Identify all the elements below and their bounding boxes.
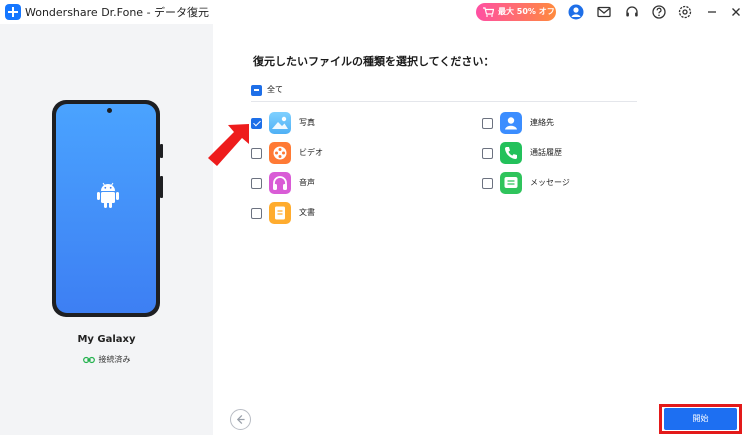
- messages-checkbox[interactable]: [482, 178, 493, 189]
- headphones-icon: [269, 172, 291, 194]
- video-label: ビデオ: [299, 148, 323, 157]
- phone-side-button: [160, 144, 163, 158]
- start-button[interactable]: 開始: [664, 408, 737, 430]
- app-title: Wondershare Dr.Fone - データ復元: [25, 6, 210, 19]
- select-all-label: 全て: [267, 85, 283, 94]
- help-icon[interactable]: [651, 4, 667, 20]
- minimize-icon[interactable]: [704, 4, 720, 20]
- red-arrow-annotation: [208, 124, 249, 166]
- messages-label: メッセージ: [530, 178, 570, 187]
- select-all-checkbox[interactable]: [251, 84, 262, 96]
- video-reel-icon: [269, 142, 291, 164]
- audio-checkbox[interactable]: [251, 178, 262, 189]
- phone-call-icon: [500, 142, 522, 164]
- page-heading: 復元したいファイルの種類を選択してください：: [253, 55, 495, 68]
- app-logo-icon: [5, 4, 21, 20]
- phone-side-button: [160, 176, 163, 198]
- connection-status-label: 接続済み: [98, 355, 131, 364]
- account-icon[interactable]: [568, 4, 584, 20]
- phone-illustration: [52, 100, 160, 317]
- photos-label: 写真: [299, 118, 315, 127]
- settings-gear-icon[interactable]: [677, 4, 693, 20]
- call-history-label: 通話履歴: [530, 148, 562, 157]
- documents-checkbox[interactable]: [251, 208, 262, 219]
- device-panel: My Galaxy 接続済み: [0, 24, 213, 435]
- contact-icon: [500, 112, 522, 134]
- title-bar: Wondershare Dr.Fone - データ復元 最大 50% オフ: [0, 0, 750, 24]
- photos-checkbox[interactable]: [251, 118, 262, 129]
- call-history-checkbox[interactable]: [482, 148, 493, 159]
- phone-screen: [56, 104, 156, 313]
- back-arrow-button[interactable]: [230, 409, 251, 430]
- divider: [251, 101, 637, 102]
- mail-icon[interactable]: [596, 4, 612, 20]
- promo-label: 最大 50% オフ: [498, 7, 555, 16]
- document-icon: [269, 202, 291, 224]
- support-headset-icon[interactable]: [624, 4, 640, 20]
- cart-icon: [483, 7, 494, 17]
- android-icon: [97, 182, 119, 208]
- audio-label: 音声: [299, 178, 315, 187]
- connection-status: 接続済み: [0, 354, 213, 365]
- device-name: My Galaxy: [77, 334, 136, 345]
- photo-icon: [269, 112, 291, 134]
- promo-badge[interactable]: 最大 50% オフ: [476, 3, 556, 21]
- video-checkbox[interactable]: [251, 148, 262, 159]
- link-icon: [82, 356, 95, 363]
- documents-label: 文書: [299, 208, 315, 217]
- close-icon[interactable]: [728, 4, 744, 20]
- camera-icon: [107, 108, 112, 113]
- message-icon: [500, 172, 522, 194]
- contacts-label: 連絡先: [530, 118, 554, 127]
- contacts-checkbox[interactable]: [482, 118, 493, 129]
